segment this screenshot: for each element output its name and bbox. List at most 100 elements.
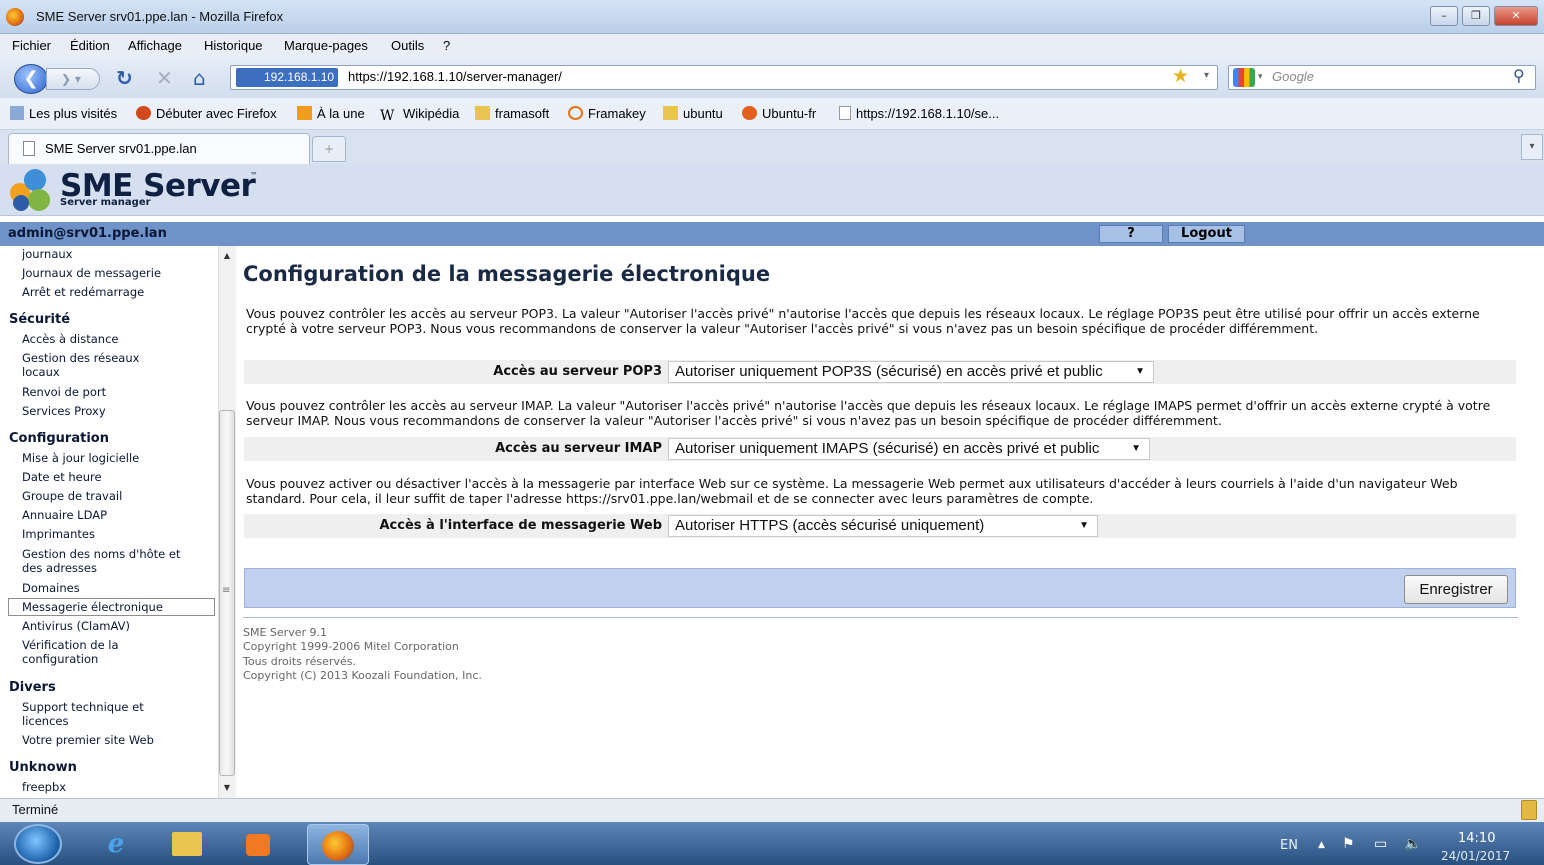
network-icon[interactable]: ▭ xyxy=(1374,836,1387,852)
search-icon[interactable]: ⚲ xyxy=(1513,66,1525,85)
save-button[interactable]: Enregistrer xyxy=(1404,575,1508,604)
sidebar-item-remote-access[interactable]: Accès à distance xyxy=(22,332,214,346)
menu-help[interactable]: ? xyxy=(443,38,450,53)
padlock-icon[interactable] xyxy=(1521,800,1537,820)
pop3-select[interactable]: Autoriser uniquement POP3S (sécurisé) en… xyxy=(668,361,1154,383)
user-bar xyxy=(0,222,1544,246)
forward-button[interactable]: ❯ ▾ xyxy=(46,68,100,90)
bookmark-most-visited[interactable]: Les plus visités xyxy=(10,106,117,121)
bookmark-ubuntu-fr[interactable]: Ubuntu-fr xyxy=(742,106,816,121)
firefox-taskbar-button[interactable] xyxy=(307,824,369,865)
clock-time[interactable]: 14:10 xyxy=(1458,831,1495,846)
bookmark-framasoft[interactable]: framasoft xyxy=(475,106,549,121)
sidebar-item-email[interactable]: Messagerie électronique xyxy=(22,600,214,614)
bookmark-wikipedia[interactable]: W Wikipédia xyxy=(380,106,460,124)
sidebar-item-port-forwarding[interactable]: Renvoi de port xyxy=(22,385,214,399)
bookmark-label: Wikipédia xyxy=(403,106,460,121)
tab-list-button[interactable]: ▾ xyxy=(1521,134,1543,160)
site-identity-button[interactable]: 192.168.1.10 xyxy=(236,68,339,87)
wikipedia-icon: W xyxy=(380,108,395,124)
logo-subtitle: Server manager xyxy=(60,197,151,208)
menu-history[interactable]: Historique xyxy=(204,38,263,53)
home-icon[interactable]: ⌂ xyxy=(193,66,206,90)
bookmark-label: À la une xyxy=(317,106,365,121)
bookmark-star-icon[interactable]: ★ xyxy=(1172,65,1189,87)
sidebar-item-first-website[interactable]: Votre premier site Web xyxy=(22,733,214,747)
menu-view[interactable]: Affichage xyxy=(128,38,182,53)
window-title-bar[interactable]: SME Server srv01.ppe.lan - Mozilla Firef… xyxy=(0,0,1544,34)
footer-version: SME Server 9.1 xyxy=(243,626,327,639)
bookmark-framakey[interactable]: Framakey xyxy=(568,106,646,121)
logout-button[interactable]: Logout xyxy=(1168,225,1245,243)
url-text[interactable]: https://192.168.1.10/server-manager/ xyxy=(348,69,562,84)
tab-sme-server[interactable]: SME Server srv01.ppe.lan xyxy=(8,133,310,164)
footer-copyright-koozali: Copyright (C) 2013 Koozali Foundation, I… xyxy=(243,669,482,682)
bookmark-news[interactable]: À la une xyxy=(297,106,365,121)
menu-file[interactable]: Fichier xyxy=(12,38,51,53)
pop3-select-value: Autoriser uniquement POP3S (sécurisé) en… xyxy=(675,363,1103,380)
bookmark-server-manager[interactable]: https://192.168.1.10/se... xyxy=(839,106,999,121)
page-icon xyxy=(839,106,851,120)
new-tab-button[interactable]: + xyxy=(312,136,346,162)
menu-edit[interactable]: Édition xyxy=(70,38,110,53)
menu-tools[interactable]: Outils xyxy=(391,38,424,53)
tray-expand-icon[interactable]: ▲ xyxy=(1318,840,1325,850)
sidebar-item-freepbx[interactable]: freepbx xyxy=(22,780,214,794)
bookmark-label: ubuntu xyxy=(683,106,723,121)
page-title: Configuration de la messagerie électroni… xyxy=(243,262,771,286)
minimize-button[interactable]: – xyxy=(1430,6,1458,26)
help-button[interactable]: ? xyxy=(1099,225,1163,243)
sidebar-item-config-check[interactable]: Vérification de la configuration xyxy=(22,638,152,666)
language-indicator[interactable]: EN xyxy=(1280,838,1298,853)
close-button[interactable]: ✕ xyxy=(1494,6,1538,26)
scroll-up-icon[interactable]: ▲ xyxy=(219,248,235,264)
framakey-icon xyxy=(568,106,583,120)
sidebar-item-support[interactable]: Support technique et licences xyxy=(22,700,172,728)
bookmark-label: Framakey xyxy=(588,106,646,121)
reload-icon[interactable]: ↻ xyxy=(116,66,133,90)
sidebar-item-antivirus[interactable]: Antivirus (ClamAV) xyxy=(22,619,214,633)
media-player-icon[interactable] xyxy=(234,826,282,862)
webmail-row: Accès à l'interface de messagerie Web Au… xyxy=(244,514,1516,538)
footer-divider xyxy=(243,617,1518,618)
sidebar-item-proxy[interactable]: Services Proxy xyxy=(22,404,214,418)
status-text: Terminé xyxy=(12,802,59,817)
internet-explorer-icon[interactable]: e xyxy=(92,826,140,862)
windows-taskbar xyxy=(0,822,1544,865)
start-button[interactable] xyxy=(14,824,62,864)
back-button[interactable]: ❮ xyxy=(14,64,48,94)
sidebar-item-hostnames[interactable]: Gestion des noms d'hôte et des adresses xyxy=(22,547,194,575)
bookmark-label: framasoft xyxy=(495,106,550,121)
bookmark-ubuntu[interactable]: ubuntu xyxy=(663,106,723,121)
menu-bookmarks[interactable]: Marque-pages xyxy=(284,38,368,53)
scroll-down-icon[interactable]: ▼ xyxy=(219,780,235,796)
google-engine-icon[interactable] xyxy=(1233,68,1255,87)
volume-icon[interactable]: 🔈 xyxy=(1404,836,1421,852)
clock-date[interactable]: 24/01/2017 xyxy=(1441,849,1510,863)
window-title: SME Server srv01.ppe.lan - Mozilla Firef… xyxy=(36,9,284,24)
sidebar-item-date-time[interactable]: Date et heure xyxy=(22,470,214,484)
tab-label: SME Server srv01.ppe.lan xyxy=(45,141,197,156)
maximize-button[interactable]: ❐ xyxy=(1462,6,1490,26)
sidebar-item-local-networks[interactable]: Gestion des réseaux locaux xyxy=(22,351,172,379)
explorer-folder-icon[interactable] xyxy=(162,826,210,862)
imap-description: Vous pouvez contrôler les accès au serve… xyxy=(246,398,1491,428)
imap-select[interactable]: Autoriser uniquement IMAPS (sécurisé) en… xyxy=(668,438,1150,460)
sidebar-item-mail-logs[interactable]: Journaux de messagerie xyxy=(22,266,214,280)
stop-icon[interactable]: ✕ xyxy=(156,66,173,90)
sidebar-item-printers[interactable]: Imprimantes xyxy=(22,527,214,541)
bookmark-getting-started[interactable]: Débuter avec Firefox xyxy=(136,106,277,121)
sidebar-item-domains[interactable]: Domaines xyxy=(22,581,214,595)
sidebar-item-software-update[interactable]: Mise à jour logicielle xyxy=(22,451,214,465)
webmail-select[interactable]: Autoriser HTTPS (accès sécurisé uniqueme… xyxy=(668,515,1098,537)
sidebar-item-workgroup[interactable]: Groupe de travail xyxy=(22,489,214,503)
sidebar-item-shutdown[interactable]: Arrêt et redémarrage xyxy=(22,285,214,299)
search-placeholder[interactable]: Google xyxy=(1272,69,1314,84)
sidebar-item-ldap[interactable]: Annuaire LDAP xyxy=(22,508,214,522)
sidebar-item-journaux[interactable]: journaux xyxy=(22,247,214,261)
url-dropdown-icon[interactable]: ▾ xyxy=(1204,70,1209,81)
sme-logo-icon xyxy=(10,169,54,211)
sidebar-category-unknown: Unknown xyxy=(9,760,77,775)
action-center-icon[interactable]: ⚑ xyxy=(1342,836,1355,852)
engine-dropdown-icon[interactable]: ▾ xyxy=(1258,72,1263,82)
